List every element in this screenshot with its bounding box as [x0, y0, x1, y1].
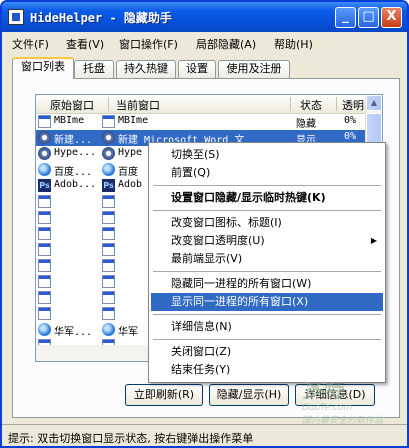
blank-icon: [102, 211, 115, 224]
blank-icon: [38, 227, 51, 240]
context-menu-item[interactable]: 切换至(S): [151, 146, 383, 164]
blank-icon: [38, 275, 51, 288]
gear-icon: [102, 147, 115, 160]
ie-icon: [38, 323, 51, 336]
minimize-button[interactable]: _: [335, 7, 356, 28]
tab-window-list[interactable]: 窗口列表: [12, 57, 74, 79]
status-bar: 提示: 双击切换窗口显示状态, 按右键弹出操作菜单: [2, 424, 407, 446]
tab-persistent-hotkey[interactable]: 持久热键: [116, 60, 176, 78]
tab-usage-register[interactable]: 使用及注册: [218, 60, 290, 78]
context-menu-item-label: 关闭窗口(Z): [171, 345, 232, 358]
ps-icon: Ps: [38, 179, 51, 192]
menu-window-ops[interactable]: 窗口操作(F): [119, 36, 178, 52]
context-menu-item[interactable]: 隐藏同一进程的所有窗口(W): [151, 275, 383, 293]
context-menu-item[interactable]: 最前端显示(V): [151, 250, 383, 268]
status-text: 提示: 双击切换窗口显示状态, 按右键弹出操作菜单: [8, 432, 254, 445]
alpha-cell: 0%: [344, 131, 357, 142]
context-menu-item[interactable]: 前置(Q): [151, 164, 383, 182]
menu-file[interactable]: 文件(F): [12, 36, 49, 52]
tab-tray[interactable]: 托盘: [74, 60, 114, 78]
ie-icon: [102, 323, 115, 336]
context-menu-item[interactable]: 改变窗口透明度(U) ▶: [151, 232, 383, 250]
list-header: 原始窗口 当前窗口 状态 透明: [36, 95, 382, 114]
context-menu-item[interactable]: 显示同一进程的所有窗口(X): [151, 293, 383, 311]
gear-icon: [38, 147, 51, 160]
column-alpha[interactable]: 透明: [342, 97, 364, 113]
scroll-up-icon[interactable]: ▲: [366, 95, 382, 111]
main-window: HideHelper - 隐藏助手 _ □ X 文件(F) 查看(V) 窗口操作…: [0, 0, 409, 448]
blank-icon: [38, 291, 51, 304]
blank-icon: [102, 243, 115, 256]
original-window-cell: MBIme: [54, 115, 85, 126]
context-menu-item-label: 隐藏同一进程的所有窗口(W): [171, 277, 312, 290]
gear-icon: [102, 131, 115, 144]
blank-icon: [38, 115, 51, 128]
menu-separator: [153, 339, 381, 340]
menu-separator: [153, 185, 381, 186]
column-current[interactable]: 当前窗口: [116, 97, 160, 113]
menu-help[interactable]: 帮助(H): [274, 36, 313, 52]
context-menu-item-label: 设置窗口隐藏/显示临时热键(K): [171, 191, 326, 204]
submenu-arrow-icon: ▶: [370, 236, 377, 245]
app-icon: [8, 9, 24, 25]
state-cell: 隐藏: [296, 119, 316, 130]
window-title: HideHelper - 隐藏助手: [30, 11, 172, 25]
blank-icon: [102, 291, 115, 304]
context-menu-item-label: 切换至(S): [171, 148, 220, 161]
column-original[interactable]: 原始窗口: [50, 97, 94, 113]
original-window-cell: Adob...: [54, 179, 97, 190]
hide-show-button[interactable]: 隐藏/显示(H): [209, 384, 289, 406]
ps-icon: Ps: [102, 179, 115, 192]
title-bar[interactable]: HideHelper - 隐藏助手 _ □ X: [2, 2, 407, 32]
alpha-cell: 0%: [344, 115, 357, 126]
ie-icon: [38, 163, 51, 176]
original-window-cell: Hype...: [54, 147, 97, 158]
column-state[interactable]: 状态: [300, 97, 322, 113]
context-menu-item-label: 显示同一进程的所有窗口(X): [171, 295, 309, 308]
original-window-cell: 华军...: [54, 327, 93, 338]
context-menu-item-label: 结束任务(Y): [171, 363, 231, 376]
context-menu: 切换至(S) 前置(Q) 设置窗口隐藏/显示临时热键(K) 改变窗口图标、标题(I) 改…: [148, 142, 386, 383]
context-menu-item[interactable]: 结束任务(Y): [151, 361, 383, 379]
blank-icon: [102, 195, 115, 208]
context-menu-item-label: 改变窗口透明度(U): [171, 234, 265, 247]
context-menu-item[interactable]: 设置窗口隐藏/显示临时热键(K): [151, 189, 383, 207]
menu-separator: [153, 271, 381, 272]
tab-settings[interactable]: 设置: [178, 60, 216, 78]
context-menu-item[interactable]: 详细信息(N): [151, 318, 383, 336]
context-menu-item-label: 前置(Q): [171, 166, 211, 179]
blank-icon: [102, 227, 115, 240]
close-button[interactable]: X: [381, 7, 402, 28]
context-menu-item[interactable]: 关闭窗口(Z): [151, 343, 383, 361]
context-menu-item-label: 改变窗口图标、标题(I): [171, 216, 282, 229]
menu-bar: 文件(F) 查看(V) 窗口操作(F) 局部隐藏(A) 帮助(H): [2, 33, 407, 52]
current-window-cell: MBIme: [118, 115, 149, 126]
blank-icon: [102, 275, 115, 288]
blank-icon: [38, 243, 51, 256]
menu-view[interactable]: 查看(V): [66, 36, 104, 52]
original-window-cell: 新建...: [54, 135, 93, 146]
menu-separator: [153, 210, 381, 211]
original-window-cell: 百度...: [54, 167, 93, 178]
blank-icon: [38, 259, 51, 272]
blank-icon: [38, 307, 51, 320]
menu-partial-hide[interactable]: 局部隐藏(A): [196, 36, 256, 52]
context-menu-item-label: 最前端显示(V): [171, 252, 243, 265]
ie-icon: [102, 163, 115, 176]
blank-icon: [102, 115, 115, 128]
blank-icon: [38, 195, 51, 208]
list-row[interactable]: MBIme MBIme 隐藏 0%: [36, 114, 368, 130]
menu-separator: [153, 314, 381, 315]
blank-icon: [38, 211, 51, 224]
tab-strip: 窗口列表 托盘 持久热键 设置 使用及注册: [12, 57, 402, 79]
context-menu-item-label: 详细信息(N): [171, 320, 232, 333]
context-menu-item[interactable]: 改变窗口图标、标题(I): [151, 214, 383, 232]
gear-icon: [38, 131, 51, 144]
refresh-button[interactable]: 立即刷新(R): [125, 384, 203, 406]
maximize-button[interactable]: □: [358, 7, 379, 28]
blank-icon: [102, 259, 115, 272]
blank-icon: [102, 307, 115, 320]
